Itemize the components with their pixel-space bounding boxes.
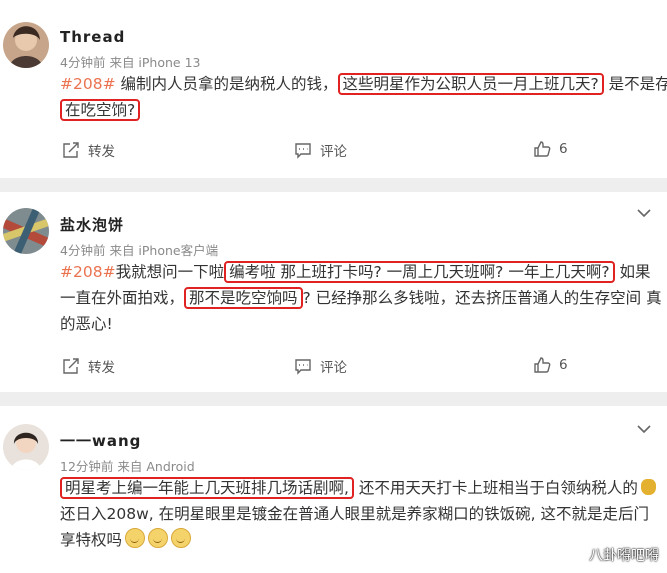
separator: [0, 392, 667, 406]
comment-button[interactable]: 评论: [294, 356, 347, 376]
highlighted-text: 编考啦 那上班打卡吗? 一周上几天班啊? 一年上几天啊?: [224, 261, 615, 283]
repost-icon: [63, 142, 79, 158]
source: 来自 iPhone客户端: [109, 243, 219, 258]
source: 来自 iPhone 13: [109, 55, 201, 70]
comment-actions: 转发 评论 6: [60, 356, 660, 380]
comment-card: Thread 4分钟前 来自 iPhone 13 #208# 编制内人员拿的是纳…: [0, 0, 667, 178]
text-segment: 享特权吗: [60, 531, 123, 549]
repost-button[interactable]: 转发: [62, 356, 115, 376]
text-segment: 一直在外面拍戏，: [60, 289, 185, 307]
comment-text-line: 还日入208w, 在明星眼里是镀金在普通人眼里就是养家糊口的铁饭碗, 这不就是走…: [60, 501, 660, 527]
text-segment: 还不用天天打卡上班相当于白领纳税人的: [353, 479, 638, 497]
like-icon: [534, 141, 551, 157]
smile-emoji: [125, 528, 146, 548]
comment-text-line: #208#我就想问一下啦 编考啦 那上班打卡吗? 一周上几天班啊? 一年上几天啊?…: [60, 259, 660, 285]
username[interactable]: 一一wang: [60, 430, 141, 451]
comment-label: 评论: [320, 360, 347, 376]
watermark: 八卦嘚吧嘚: [589, 548, 659, 564]
separator: [0, 178, 667, 192]
avatar[interactable]: [3, 22, 49, 68]
source: 来自 Android: [117, 459, 195, 474]
highlighted-text: 在吃空饷?: [60, 99, 141, 121]
comment-icon: [295, 359, 311, 375]
text-segment: ? 已经挣那么多钱啦，还去挤压普通人的生存空间 真: [302, 289, 662, 307]
like-icon: [534, 357, 551, 373]
repost-icon: [63, 358, 79, 374]
comment-icon: [295, 143, 311, 159]
like-count: 6: [559, 357, 568, 373]
comment-meta: 4分钟前 来自 iPhone 13: [60, 52, 200, 71]
comment-body: #208# 编制内人员拿的是纳税人的钱， 这些明星作为公职人员一月上班几天? 是不…: [60, 71, 667, 123]
timestamp: 4分钟前: [60, 55, 106, 70]
comment-card: 盐水泡饼 4分钟前 来自 iPhone客户端 #208#我就想问一下啦 编考啦 那…: [0, 192, 667, 392]
comment-meta: 4分钟前 来自 iPhone客户端: [60, 240, 218, 259]
username[interactable]: Thread: [60, 28, 125, 46]
comment-text-line: 一直在外面拍戏， 那不是吃空饷吗? 已经挣那么多钱啦，还去挤压普通人的生存空间 真: [60, 285, 662, 311]
repost-label: 转发: [88, 360, 115, 376]
comment-button[interactable]: 评论: [294, 140, 347, 160]
avatar[interactable]: [3, 424, 49, 470]
text-segment: 如果: [614, 263, 651, 281]
comment-text-line: 明星考上编一年能上几天班排几场话剧啊, 还不用天天打卡上班相当于白领纳税人的: [60, 475, 660, 501]
comment-body: #208#我就想问一下啦 编考啦 那上班打卡吗? 一周上几天班啊? 一年上几天啊?…: [60, 259, 662, 337]
topic-tag[interactable]: #208#: [60, 75, 116, 93]
avatar[interactable]: [3, 208, 49, 254]
comment-text-line: 在吃空饷?: [60, 97, 660, 123]
highlighted-text: 那不是吃空饷吗: [184, 287, 303, 309]
comment-text-line: 的恶心!: [60, 311, 660, 337]
smile-emoji: [148, 528, 169, 548]
comment-body: 明星考上编一年能上几天班排几场话剧啊, 还不用天天打卡上班相当于白领纳税人的还日…: [60, 475, 660, 553]
comment-label: 评论: [320, 144, 347, 160]
chevron-down-icon[interactable]: [637, 208, 651, 218]
timestamp: 4分钟前: [60, 243, 106, 258]
like-button[interactable]: 6: [533, 356, 568, 374]
comment-meta: 12分钟前 来自 Android: [60, 456, 195, 475]
repost-button[interactable]: 转发: [62, 140, 115, 160]
text-segment: 我就想问一下啦: [115, 263, 225, 281]
highlighted-text: 这些明星作为公职人员一月上班几天?: [337, 73, 604, 95]
username[interactable]: 盐水泡饼: [60, 214, 124, 235]
highlighted-text: 明星考上编一年能上几天班排几场话剧啊,: [60, 477, 354, 499]
like-button[interactable]: 6: [533, 140, 568, 158]
like-count: 6: [559, 141, 568, 157]
text-segment: 的恶心!: [60, 315, 113, 333]
smile-emoji: [171, 528, 192, 548]
comment-card: 一一wang 12分钟前 来自 Android 明星考上编一年能上几天班排几场话…: [0, 406, 667, 573]
text-segment: 还日入208w, 在明星眼里是镀金在普通人眼里就是养家糊口的铁饭碗, 这不就是走…: [60, 505, 649, 523]
chevron-down-icon[interactable]: [637, 424, 651, 434]
text-segment: 是不是存: [603, 75, 667, 93]
comment-text-line: #208# 编制内人员拿的是纳税人的钱， 这些明星作为公职人员一月上班几天? 是不…: [60, 71, 667, 97]
timestamp: 12分钟前: [60, 459, 114, 474]
repost-label: 转发: [88, 144, 115, 160]
comment-text-line: 享特权吗: [60, 527, 660, 553]
text-segment: 编制内人员拿的是纳税人的钱，: [115, 75, 338, 93]
comment-actions: 转发 评论 6: [60, 140, 660, 164]
moneybag-emoji: [640, 479, 656, 495]
topic-tag[interactable]: #208#: [60, 263, 116, 281]
